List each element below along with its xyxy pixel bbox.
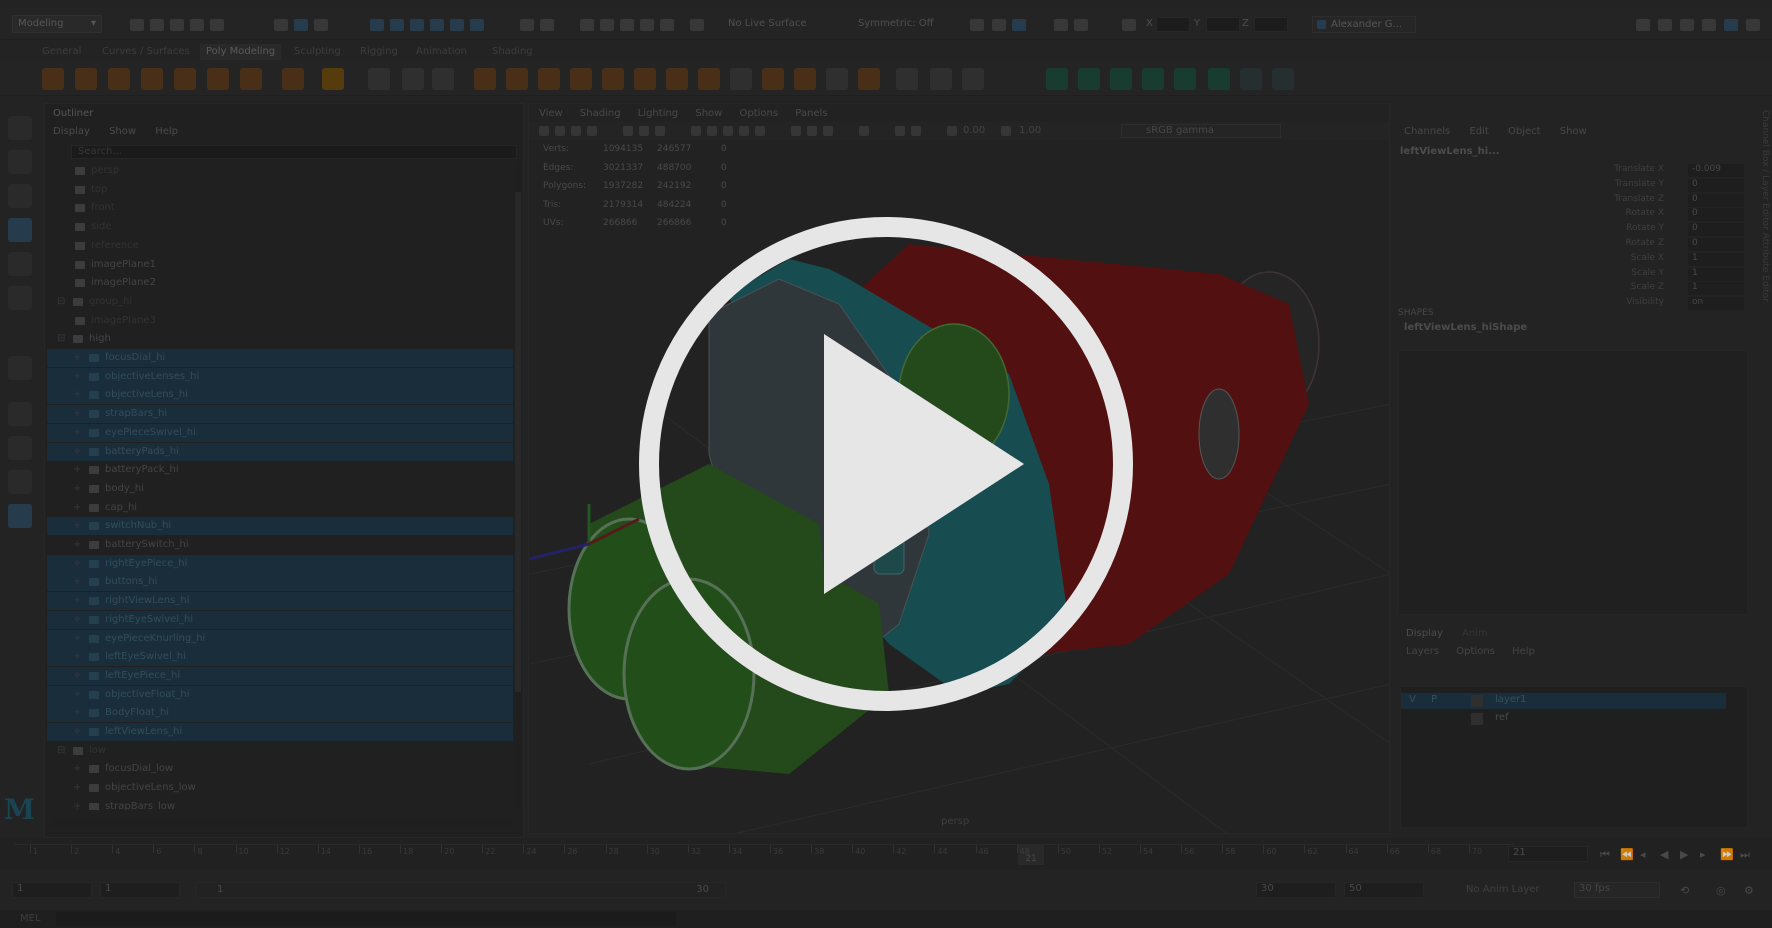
- play-triangle-icon: [824, 334, 1024, 594]
- play-video-button[interactable]: [636, 214, 1136, 714]
- maya-window: Modeling ▾ No Live Surface Symmetric: Of…: [0, 0, 1772, 928]
